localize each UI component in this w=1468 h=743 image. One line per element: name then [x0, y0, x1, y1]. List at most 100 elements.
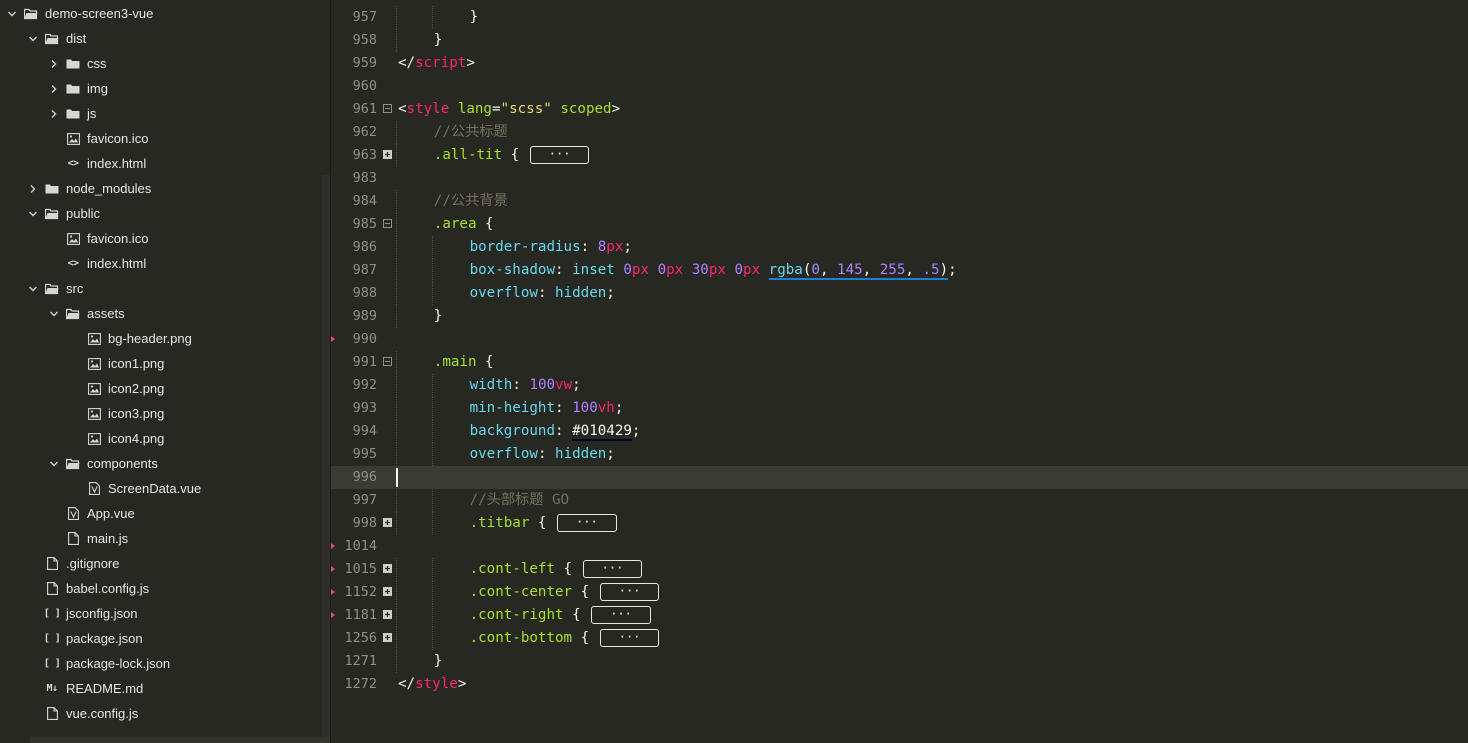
- tree-file[interactable]: <> index.html: [0, 251, 330, 276]
- code-line[interactable]: 987 box-shadow: inset 0px 0px 30px 0px rg…: [331, 259, 1468, 282]
- tree-item-label: vue.config.js: [66, 706, 139, 721]
- sidebar-horizontal-scrollbar[interactable]: [30, 737, 330, 743]
- fold-expand-icon[interactable]: [383, 518, 392, 527]
- tree-file[interactable]: M↓ README.md: [0, 676, 330, 701]
- chevron-down-icon[interactable]: [49, 451, 59, 476]
- code-token: ,: [862, 262, 880, 278]
- fold-collapse-icon[interactable]: [383, 219, 392, 228]
- fold-expand-icon[interactable]: [383, 587, 392, 596]
- code-line[interactable]: 961 <style lang="scss" scoped>: [331, 98, 1468, 121]
- tree-file[interactable]: vue.config.js: [0, 701, 330, 726]
- chevron-right-icon[interactable]: [28, 176, 38, 201]
- tree-folder[interactable]: dist: [0, 26, 330, 51]
- markdown-file-icon: M↓: [45, 682, 59, 696]
- code-line[interactable]: 993 min-height: 100vh;: [331, 397, 1468, 420]
- code-line[interactable]: 962 //公共标题: [331, 121, 1468, 144]
- code-line[interactable]: 1014: [331, 535, 1468, 558]
- sidebar-vertical-scrollbar[interactable]: [322, 175, 330, 743]
- tree-file[interactable]: babel.config.js: [0, 576, 330, 601]
- tree-item-label: icon1.png: [108, 356, 165, 371]
- code-token: {: [529, 515, 556, 531]
- code-line[interactable]: 1271}: [331, 650, 1468, 673]
- tree-file[interactable]: icon4.png: [0, 426, 330, 451]
- code-line[interactable]: 957}: [331, 6, 1468, 29]
- chevron-right-icon[interactable]: [49, 76, 59, 101]
- code-line[interactable]: 990: [331, 328, 1468, 351]
- chevron-down-icon[interactable]: [28, 201, 38, 226]
- tree-folder[interactable]: public: [0, 201, 330, 226]
- code-token: style: [406, 101, 450, 117]
- code-line[interactable]: 963 .all-tit { ···: [331, 144, 1468, 167]
- code-line[interactable]: 960: [331, 75, 1468, 98]
- tree-file[interactable]: favicon.ico: [0, 126, 330, 151]
- tree-file[interactable]: <> index.html: [0, 151, 330, 176]
- code-editor[interactable]: 957} 958} 959 </script> 960 961 <style lang="s…: [331, 0, 1468, 743]
- chevron-right-icon[interactable]: [49, 101, 59, 126]
- code-line[interactable]: 991 .main {: [331, 351, 1468, 374]
- folded-region-button[interactable]: ···: [599, 629, 660, 647]
- folded-region-button[interactable]: ···: [529, 146, 590, 164]
- code-line[interactable]: 958}: [331, 29, 1468, 52]
- code-line[interactable]: 995 overflow: hidden;: [331, 443, 1468, 466]
- code-line[interactable]: 1152 .cont-center { ···: [331, 581, 1468, 604]
- tree-file[interactable]: ScreenData.vue: [0, 476, 330, 501]
- tree-file[interactable]: bg-header.png: [0, 326, 330, 351]
- tree-file[interactable]: [ ] package-lock.json: [0, 651, 330, 676]
- code-line[interactable]: 1256 .cont-bottom { ···: [331, 627, 1468, 650]
- code-line[interactable]: 998 .titbar { ···: [331, 512, 1468, 535]
- tree-folder[interactable]: node_modules: [0, 176, 330, 201]
- folded-region-button[interactable]: ···: [582, 560, 643, 578]
- tree-folder[interactable]: css: [0, 51, 330, 76]
- tree-file[interactable]: icon1.png: [0, 351, 330, 376]
- code-token: #010429: [572, 423, 632, 441]
- tree-folder[interactable]: js: [0, 101, 330, 126]
- tree-folder[interactable]: components: [0, 451, 330, 476]
- tree-file[interactable]: icon2.png: [0, 376, 330, 401]
- code-line[interactable]: 1015 .cont-left { ···: [331, 558, 1468, 581]
- folded-region-button[interactable]: ···: [557, 514, 617, 532]
- folded-region-button[interactable]: ···: [599, 583, 660, 601]
- fold-expand-icon[interactable]: [383, 633, 392, 642]
- tree-file[interactable]: favicon.ico: [0, 226, 330, 251]
- folded-region-button[interactable]: ···: [591, 606, 651, 624]
- fold-expand-icon[interactable]: [383, 150, 392, 159]
- line-number: 963: [352, 147, 377, 163]
- fold-expand-icon[interactable]: [383, 564, 392, 573]
- chevron-down-icon[interactable]: [7, 1, 17, 26]
- code-line[interactable]: 988 overflow: hidden;: [331, 282, 1468, 305]
- tree-file[interactable]: .gitignore: [0, 551, 330, 576]
- code-line[interactable]: 989}: [331, 305, 1468, 328]
- tree-file[interactable]: main.js: [0, 526, 330, 551]
- code-line[interactable]: 984 //公共背景: [331, 190, 1468, 213]
- code-line[interactable]: 996: [331, 466, 1468, 489]
- chevron-down-icon[interactable]: [28, 276, 38, 301]
- chevron-down-icon[interactable]: [49, 301, 59, 326]
- code-line[interactable]: 983: [331, 167, 1468, 190]
- tree-folder[interactable]: src: [0, 276, 330, 301]
- chevron-right-icon[interactable]: [49, 51, 59, 76]
- code-line[interactable]: 994 background: #010429;: [331, 420, 1468, 443]
- tree-file[interactable]: App.vue: [0, 501, 330, 526]
- code-token: .5: [922, 262, 940, 278]
- tree-file[interactable]: icon3.png: [0, 401, 330, 426]
- code-line[interactable]: 992 width: 100vw;: [331, 374, 1468, 397]
- tree-folder[interactable]: assets: [0, 301, 330, 326]
- tree-file[interactable]: [ ] package.json: [0, 626, 330, 651]
- tree-folder[interactable]: demo-screen3-vue: [0, 1, 329, 26]
- code-text: width: 100vw;: [470, 374, 581, 397]
- fold-expand-icon[interactable]: [383, 610, 392, 619]
- code-line[interactable]: 1272 </style>: [331, 673, 1468, 696]
- chevron-down-icon[interactable]: [28, 26, 38, 51]
- code-line[interactable]: 959 </script>: [331, 52, 1468, 75]
- tree-folder[interactable]: img: [0, 76, 330, 101]
- fold-collapse-icon[interactable]: [383, 357, 392, 366]
- code-line[interactable]: 986 border-radius: 8px;: [331, 236, 1468, 259]
- json-file-icon: [ ]: [44, 607, 61, 621]
- tree-file[interactable]: [ ] jsconfig.json: [0, 601, 330, 626]
- code-line[interactable]: 1181 .cont-right { ···: [331, 604, 1468, 627]
- code-line[interactable]: 985 .area {: [331, 213, 1468, 236]
- fold-collapse-icon[interactable]: [383, 104, 392, 113]
- code-line[interactable]: 997 //头部标题 GO: [331, 489, 1468, 512]
